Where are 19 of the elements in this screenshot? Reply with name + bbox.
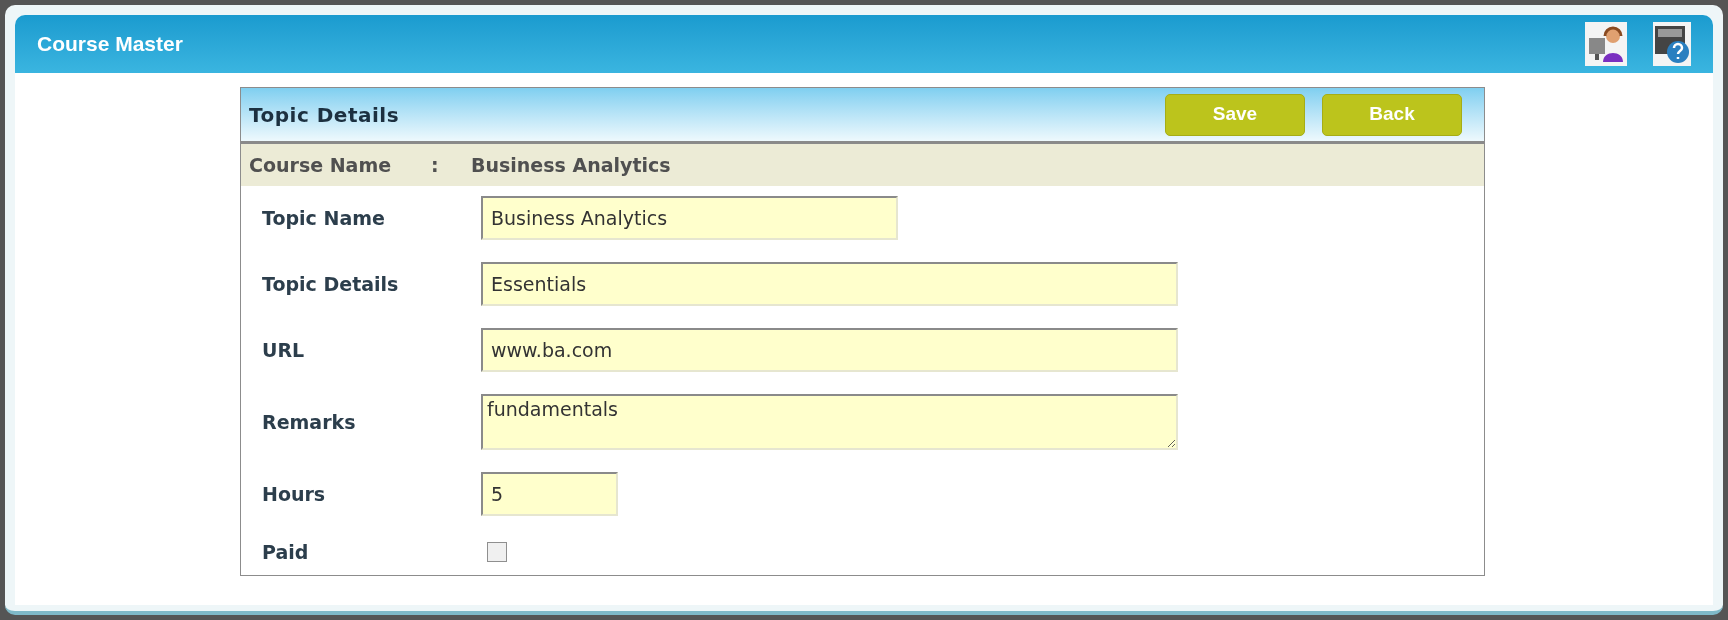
separator: : [431,152,440,178]
remarks-textarea[interactable]: fundamentals [481,394,1178,450]
text-field[interactable]: Essentials [481,262,1178,306]
field-label: Topic Details [262,271,400,297]
text-field[interactable]: 5 [481,472,618,516]
panel-title: Topic Details [249,101,400,129]
field-label: Topic Name [262,205,386,231]
video-help-icon[interactable] [1653,22,1691,66]
course-name-label: Course Name [249,152,393,178]
course-name-value: Business Analytics [471,152,671,178]
text-field[interactable]: www.ba.com [481,328,1178,372]
paid-checkbox[interactable] [487,542,507,563]
field-label: Remarks [262,409,357,435]
text-field[interactable]: Business Analytics [481,196,898,240]
window-title: Course Master [37,31,183,58]
field-label: URL [262,337,306,363]
field-label: Hours [262,481,327,507]
support-agent-icon[interactable] [1585,22,1627,66]
field-label: Paid [262,540,310,565]
